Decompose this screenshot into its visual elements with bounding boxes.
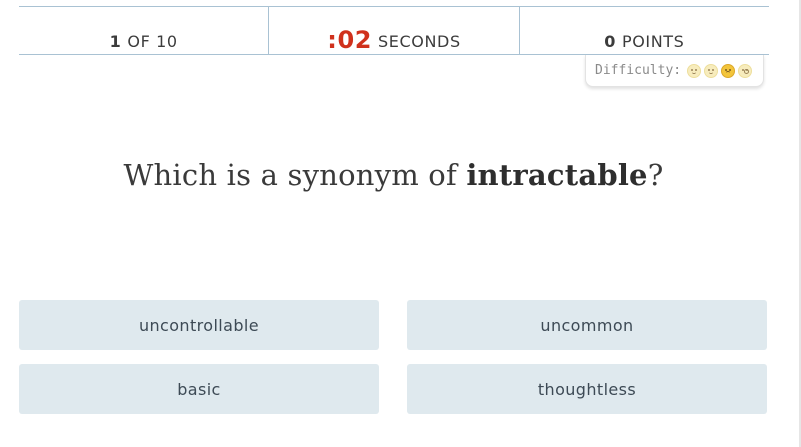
easy-face-icon (704, 63, 719, 78)
question-word: intractable (466, 158, 648, 192)
question-prefix: Which is a synonym of (123, 158, 467, 192)
answer-button-1[interactable]: uncontrollable (19, 300, 379, 350)
difficulty-indicator: Difficulty: (585, 55, 764, 87)
points-value: 0 (604, 32, 616, 51)
answer-button-3[interactable]: basic (19, 364, 379, 414)
question-counter: 1 OF 10 (19, 7, 268, 54)
question-text: Which is a synonym of intractable? (0, 158, 787, 192)
question-suffix: ? (647, 158, 664, 192)
timer-value: :02 (327, 26, 373, 54)
answer-button-2[interactable]: uncommon (407, 300, 767, 350)
timer-unit: SECONDS (378, 32, 461, 51)
question-total: OF 10 (127, 32, 178, 51)
status-bar: 1 OF 10 :02 SECONDS 0 POINTS (19, 6, 769, 55)
question-number: 1 (109, 32, 122, 51)
quiz-page: 1 OF 10 :02 SECONDS 0 POINTS Difficulty:… (0, 0, 801, 447)
very-easy-face-icon (687, 63, 702, 78)
timer: :02 SECONDS (268, 7, 518, 54)
very-hard-face-icon (738, 63, 753, 78)
hard-face-icon (721, 63, 736, 78)
answer-button-4[interactable]: thoughtless (407, 364, 767, 414)
difficulty-label: Difficulty: (595, 63, 682, 78)
score: 0 POINTS (518, 7, 769, 54)
points-unit: POINTS (621, 32, 685, 51)
